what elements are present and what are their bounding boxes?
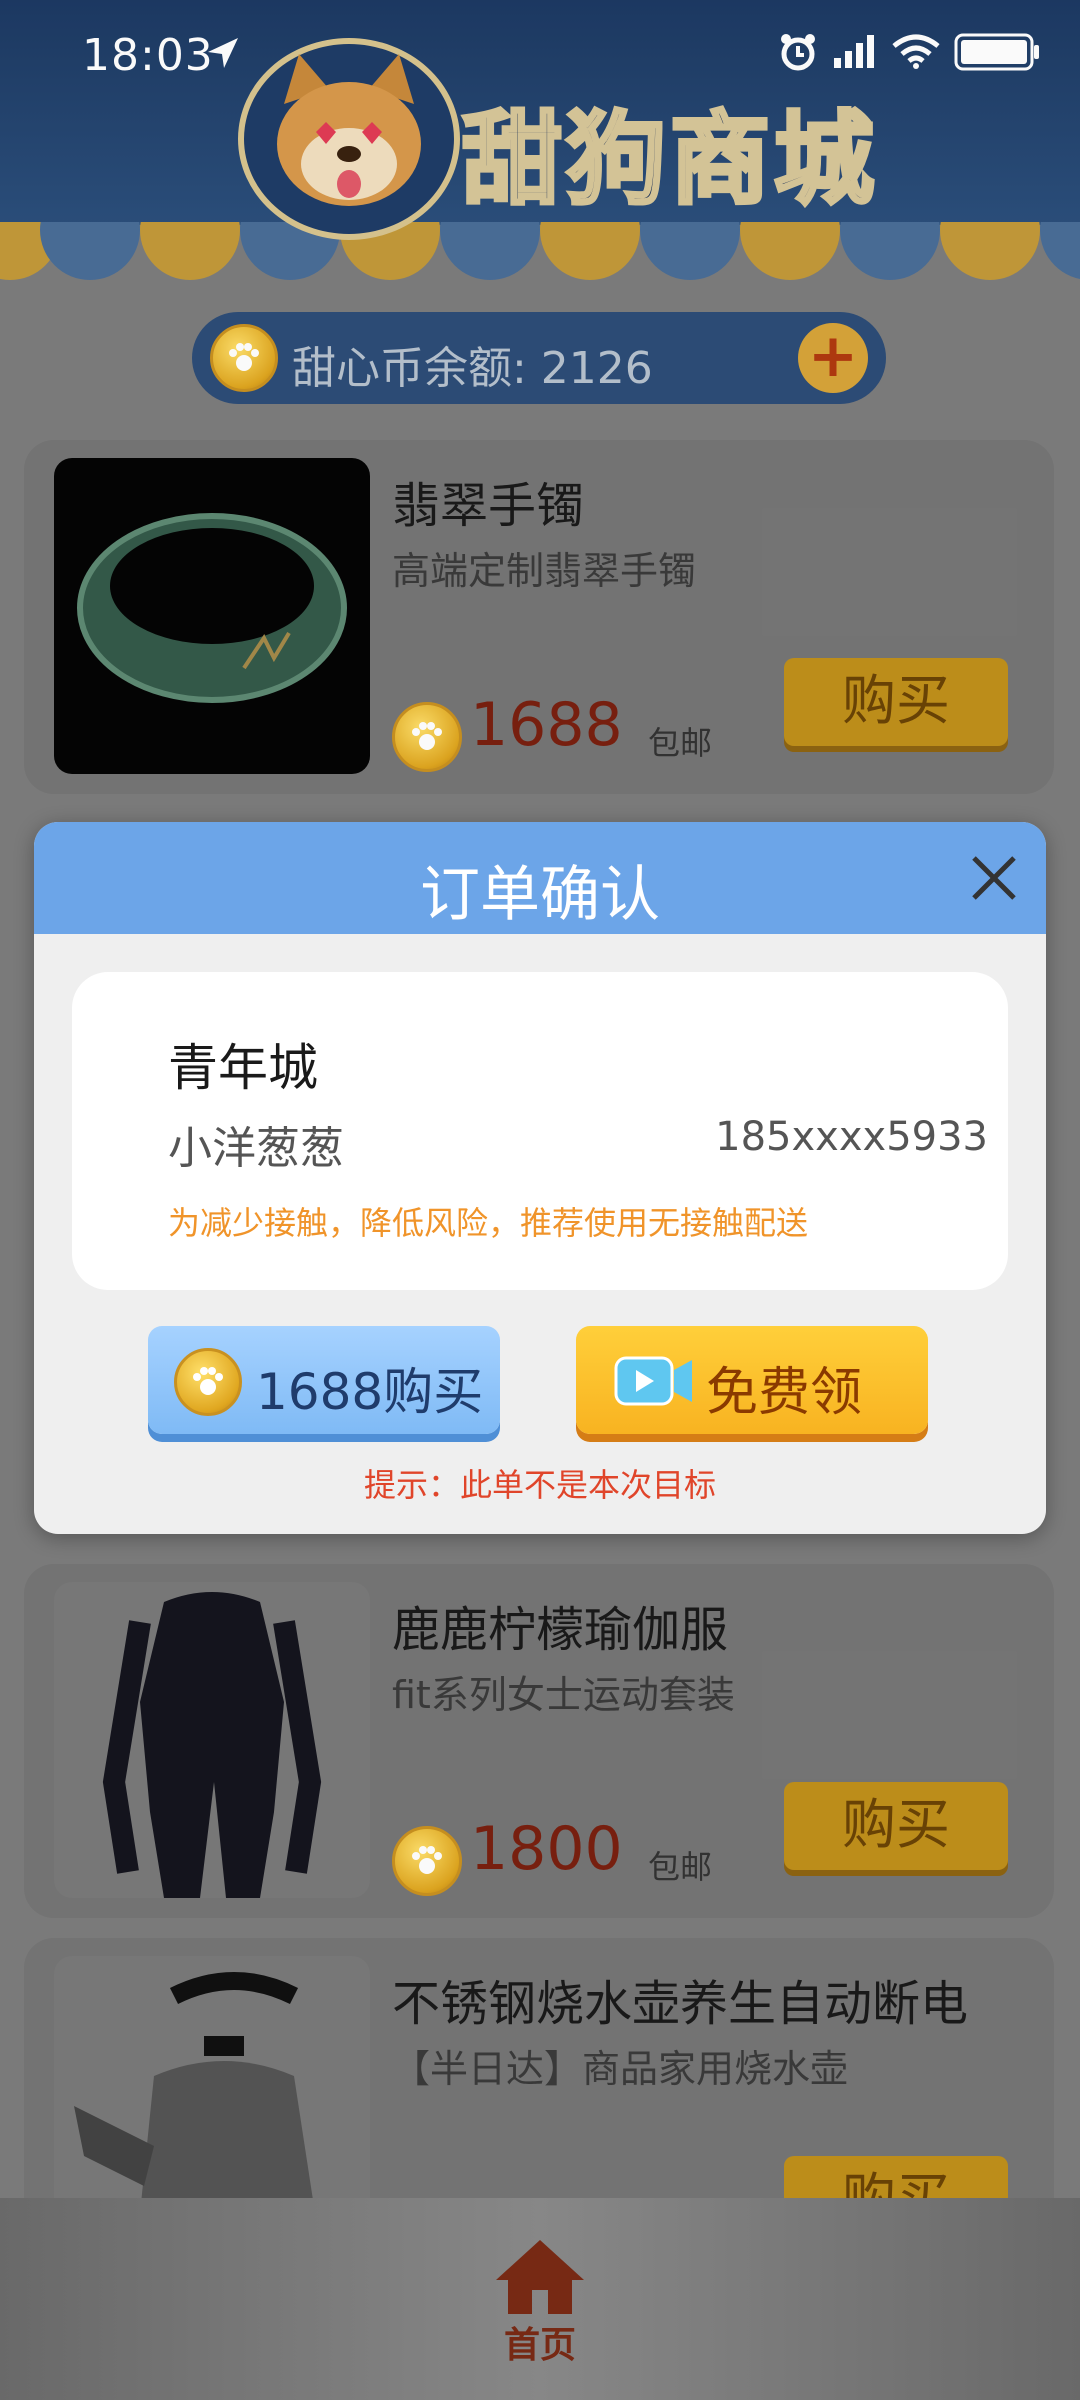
app-screen: 甜狗商城 18:03 甜心币余额: 2126 + 翡翠手镯 高端定制翡翠手镯 1… <box>0 0 1080 2400</box>
pay-with-coins-button[interactable]: 1688购买 <box>148 1326 500 1434</box>
order-confirm-dialog: 订单确认 青年城 小洋葱葱 185xxxx5933 为减少接触，降低风险，推荐使… <box>34 822 1046 1534</box>
dialog-header: 订单确认 <box>34 822 1046 934</box>
pay-button-label: 1688购买 <box>256 1363 484 1421</box>
free-button-label: 免费领 <box>706 1363 863 1423</box>
recipient-name: 小洋葱葱 <box>168 1123 344 1174</box>
close-icon[interactable] <box>964 848 1024 908</box>
video-icon <box>614 1356 692 1406</box>
dialog-title: 订单确认 <box>420 860 660 930</box>
address-name: 青年城 <box>168 1039 318 1097</box>
coin-icon <box>174 1348 242 1416</box>
hint-text: 提示：此单不是本次目标 <box>363 1466 716 1504</box>
address-card[interactable]: 青年城 小洋葱葱 185xxxx5933 为减少接触，降低风险，推荐使用无接触配… <box>72 972 1008 1290</box>
free-claim-button[interactable]: 免费领 <box>576 1326 928 1434</box>
recipient-phone: 185xxxx5933 <box>715 1114 988 1160</box>
delivery-note: 为减少接触，降低风险，推荐使用无接触配送 <box>168 1204 809 1242</box>
